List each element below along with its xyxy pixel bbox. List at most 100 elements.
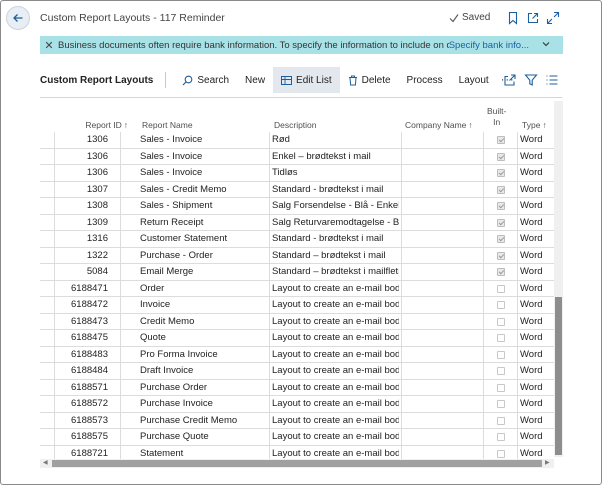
list-view-button[interactable] (545, 73, 559, 87)
table-row[interactable]: 6188571 Purchase Order Layout to create an… (40, 380, 554, 396)
report-id-cell: 6188472 (71, 299, 108, 310)
column-built-in[interactable]: Built- In (487, 101, 506, 132)
table-row[interactable]: 1306 Sales - Invoice Enkel – brødtekst i m… (40, 149, 554, 165)
list-view-icon (546, 75, 558, 85)
layout-menu[interactable]: Layout (451, 67, 497, 93)
expand-icon (546, 11, 560, 25)
report-name-cell[interactable]: Return Receipt (140, 215, 266, 231)
scroll-right-icon[interactable]: ▶ (545, 459, 550, 467)
report-name-cell[interactable]: Customer Statement (140, 231, 266, 247)
report-name-cell[interactable]: Draft Invoice (140, 363, 266, 379)
report-name-cell[interactable]: Email Merge (140, 264, 266, 280)
description-cell: Layout to create an e-mail body (272, 348, 399, 360)
search-button[interactable]: Search (174, 67, 237, 93)
report-name-cell[interactable]: Pro Forma Invoice (140, 347, 266, 363)
table-row[interactable]: 6188483 Pro Forma Invoice Layout to create… (40, 347, 554, 363)
report-name-cell[interactable]: Quote (140, 330, 266, 346)
type-cell: Word (520, 299, 543, 310)
saved-label: Saved (462, 12, 491, 23)
report-id-cell: 6188475 (71, 332, 108, 343)
built-in-checkbox (497, 433, 505, 441)
table-row[interactable]: 1306 Sales - Invoice Rød Word (40, 132, 554, 149)
report-id-cell: 6188721 (71, 447, 108, 459)
report-name-cell[interactable]: Sales - Invoice (140, 149, 266, 165)
expand-button[interactable] (545, 10, 561, 26)
type-cell: Word (520, 150, 543, 162)
process-menu[interactable]: Process (399, 67, 451, 93)
report-name-cell[interactable]: Purchase Credit Memo (140, 413, 266, 429)
delete-button[interactable]: Delete (340, 67, 399, 93)
report-name-cell[interactable]: Statement (140, 446, 266, 460)
built-in-checkbox (497, 383, 505, 392)
report-name-cell[interactable]: Sales - Credit Memo (140, 182, 266, 198)
table-row[interactable]: 1307 Sales - Credit Memo Standard - brødte… (40, 182, 554, 198)
report-name-cell[interactable]: Credit Memo (140, 314, 266, 330)
description-cell: Enkel – brødtekst i mail (272, 150, 371, 162)
report-name-cell[interactable]: Purchase Order (140, 380, 266, 396)
vertical-scroll-thumb[interactable] (555, 297, 562, 455)
report-id-cell: 1309 (86, 216, 108, 228)
table-row[interactable]: 6188471 Order Layout to create an e-mail b… (40, 281, 554, 297)
built-in-checkbox (497, 449, 505, 458)
report-name-cell[interactable]: Sales - Invoice (140, 132, 266, 148)
table-row[interactable]: 6188575 Purchase Quote Layout to create an… (40, 429, 554, 446)
description-cell: Standard - brødtekst i mail (272, 183, 384, 195)
type-cell: Word (520, 216, 543, 228)
table-row[interactable]: 6188472 Invoice Layout to create an e-mail… (40, 297, 554, 314)
type-cell: Word (520, 282, 543, 294)
vertical-scrollbar[interactable] (554, 101, 563, 457)
company-name-cell (403, 330, 481, 346)
table-row[interactable]: 1306 Sales - Invoice Tidløs Word (40, 165, 554, 182)
company-name-cell (403, 396, 481, 412)
report-name-cell[interactable]: Purchase Invoice (140, 396, 266, 412)
table-row[interactable]: 6188475 Quote Layout to create an e-mail b… (40, 330, 554, 347)
table-row[interactable]: 6188473 Credit Memo Layout to create an e-… (40, 314, 554, 330)
sort-ascending-icon: ↑ (468, 119, 473, 130)
close-icon[interactable]: ✕ (40, 39, 58, 52)
bookmark-button[interactable] (505, 10, 521, 26)
report-name-cell[interactable]: Purchase - Order (140, 248, 266, 264)
built-in-checkbox (497, 136, 505, 144)
chevron-down-icon[interactable] (541, 39, 557, 52)
company-name-cell (403, 429, 481, 445)
horizontal-scrollbar[interactable]: ◀ ▶ (40, 459, 554, 468)
table-row[interactable]: 1316 Customer Statement Standard - brødtek… (40, 231, 554, 248)
scroll-left-icon[interactable]: ◀ (43, 459, 48, 467)
description-cell: Standard – brødtekst i mail (272, 249, 386, 261)
table-row[interactable]: 1322 Purchase - Order Standard – brødtekst… (40, 248, 554, 264)
built-in-checkbox (497, 317, 505, 326)
built-in-checkbox (497, 218, 505, 227)
table-row[interactable]: 5084 Email Merge Standard – brødtekst i ma… (40, 264, 554, 281)
built-in-checkbox (497, 284, 505, 293)
type-cell: Word (520, 233, 543, 244)
back-button[interactable] (6, 6, 30, 30)
table-row[interactable]: 6188721 Statement Layout to create an e-ma… (40, 446, 554, 460)
company-name-cell (403, 132, 481, 148)
table-row[interactable]: 1308 Sales - Shipment Salg Forsendelse - B… (40, 198, 554, 215)
report-name-cell[interactable]: Order (140, 281, 266, 297)
report-name-cell[interactable]: Sales - Invoice (140, 165, 266, 181)
built-in-checkbox (497, 235, 505, 243)
report-id-cell: 6188484 (71, 365, 108, 376)
table-row[interactable]: 6188572 Purchase Invoice Layout to create … (40, 396, 554, 413)
filter-button[interactable] (524, 73, 538, 87)
built-in-checkbox (497, 268, 505, 276)
new-button[interactable]: New (237, 67, 273, 93)
type-cell: Word (520, 381, 543, 393)
built-in-checkbox (497, 400, 505, 408)
report-name-cell[interactable]: Purchase Quote (140, 429, 266, 445)
edit-list-icon (281, 75, 293, 85)
edit-list-button[interactable]: Edit List (273, 67, 340, 93)
banner-link[interactable]: Specify bank info... (449, 40, 529, 51)
trash-icon (348, 75, 357, 85)
report-name-cell[interactable]: Sales - Shipment (140, 198, 266, 214)
table-row[interactable]: 6188573 Purchase Credit Memo Layout to cre… (40, 413, 554, 429)
report-id-cell: 1322 (86, 249, 108, 261)
horizontal-scroll-thumb[interactable] (52, 460, 542, 467)
description-cell: Layout to create an e-mail body (272, 282, 399, 294)
open-new-window-button[interactable] (525, 10, 541, 26)
report-name-cell[interactable]: Invoice (140, 297, 266, 313)
table-row[interactable]: 6188484 Draft Invoice Layout to create an … (40, 363, 554, 380)
table-row[interactable]: 1309 Return Receipt Salg Returvaremodtagel… (40, 215, 554, 231)
share-button[interactable] (503, 73, 517, 87)
